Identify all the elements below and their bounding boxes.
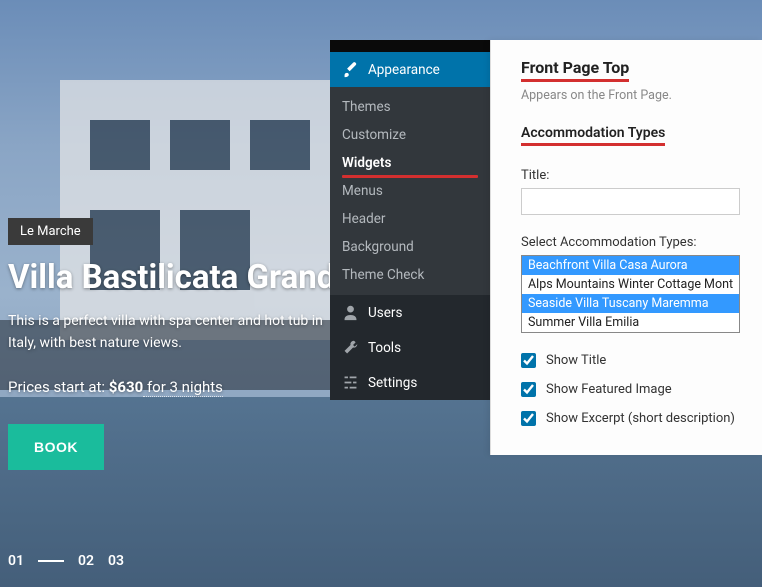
admin-top-bar (330, 40, 490, 52)
widget-panel: Front Page Top Appears on the Front Page… (490, 40, 762, 455)
slide-index-3[interactable]: 03 (108, 553, 124, 569)
option-2[interactable]: Seaside Villa Tuscany Maremma (522, 294, 739, 313)
menu-users[interactable]: Users (330, 295, 490, 330)
user-icon (342, 304, 359, 321)
option-3[interactable]: Summer Villa Emilia (522, 313, 739, 332)
show-excerpt-checkbox[interactable] (521, 411, 536, 426)
widget-area-title: Front Page Top (521, 58, 629, 82)
select-label: Select Accommodation Types: (521, 235, 740, 250)
price-line: Prices start at: $630 for 3 nights (8, 378, 353, 396)
brush-icon (342, 61, 359, 78)
show-title-label: Show Title (546, 353, 606, 368)
show-image-label: Show Featured Image (546, 382, 672, 397)
show-excerpt-row[interactable]: Show Excerpt (short description) (521, 411, 740, 426)
menu-settings[interactable]: Settings (330, 365, 490, 400)
appearance-submenu: Themes Customize Widgets Menus Header Ba… (330, 87, 490, 295)
menu-users-label: Users (368, 305, 402, 321)
title-input[interactable] (521, 188, 740, 215)
widget-name: Accommodation Types (521, 125, 665, 146)
option-0[interactable]: Beachfront Villa Casa Aurora (522, 256, 739, 275)
show-excerpt-label: Show Excerpt (short description) (546, 411, 735, 426)
show-image-checkbox[interactable] (521, 382, 536, 397)
sliders-icon (342, 374, 359, 391)
menu-tools-label: Tools (368, 340, 401, 356)
submenu-header[interactable]: Header (330, 205, 490, 233)
title-label: Title: (521, 168, 740, 183)
location-tag[interactable]: Le Marche (8, 218, 93, 245)
slide-description: This is a perfect villa with spa center … (8, 311, 348, 354)
show-title-checkbox[interactable] (521, 353, 536, 368)
submenu-background[interactable]: Background (330, 233, 490, 261)
submenu-menus[interactable]: Menus (330, 177, 490, 205)
submenu-customize[interactable]: Customize (330, 121, 490, 149)
slide-title: Villa Bastilicata Grande (8, 259, 353, 297)
active-dash (38, 560, 64, 562)
menu-settings-label: Settings (368, 375, 417, 391)
submenu-themes[interactable]: Themes (330, 93, 490, 121)
book-button[interactable]: BOOK (8, 424, 104, 470)
wrench-icon (342, 339, 359, 356)
menu-appearance-label: Appearance (368, 62, 440, 78)
slide-pagination: 01 02 03 (8, 553, 124, 569)
show-title-row[interactable]: Show Title (521, 353, 740, 368)
option-1[interactable]: Alps Mountains Winter Cottage Mont (522, 275, 739, 294)
slide-index-2[interactable]: 02 (78, 553, 94, 569)
show-image-row[interactable]: Show Featured Image (521, 382, 740, 397)
menu-tools[interactable]: Tools (330, 330, 490, 365)
widget-area-desc: Appears on the Front Page. (521, 88, 740, 103)
menu-appearance[interactable]: Appearance (330, 52, 490, 87)
admin-sidebar: Appearance Themes Customize Widgets Menu… (330, 40, 490, 400)
slide-index-1[interactable]: 01 (8, 553, 24, 569)
hero-slide: Le Marche Villa Bastilicata Grande This … (8, 218, 353, 470)
accommodation-select[interactable]: Beachfront Villa Casa Aurora Alps Mounta… (521, 255, 740, 333)
submenu-widgets[interactable]: Widgets (330, 149, 490, 177)
submenu-theme-check[interactable]: Theme Check (330, 261, 490, 289)
